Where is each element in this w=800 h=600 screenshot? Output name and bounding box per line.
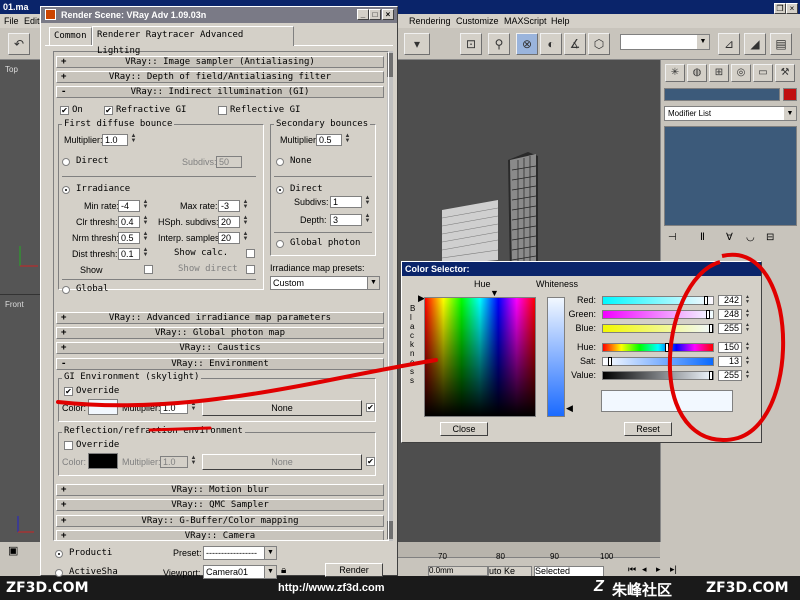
tab-renderer[interactable]: Renderer Raytracer Advanced Lighting bbox=[92, 26, 294, 56]
annotation-underline-stroke bbox=[148, 426, 212, 432]
tab-renderer-label: Renderer bbox=[97, 30, 141, 40]
tab-raytracer-label: Raytracer bbox=[145, 30, 195, 40]
annotation-overlay bbox=[56, 252, 786, 442]
annotation-circle-stroke bbox=[667, 252, 786, 442]
annotation-arrow-stroke bbox=[56, 358, 438, 408]
